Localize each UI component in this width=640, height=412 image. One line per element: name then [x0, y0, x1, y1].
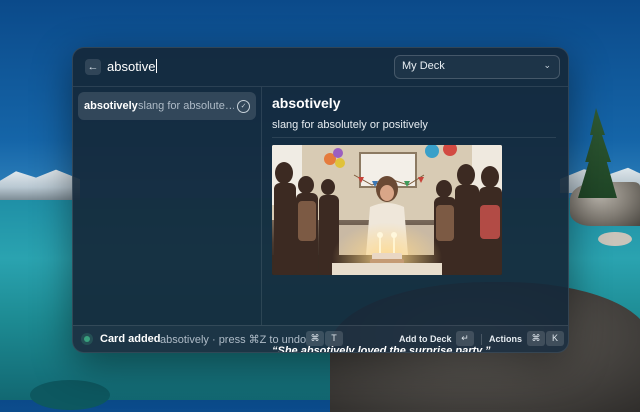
- actions-button[interactable]: Actions: [489, 334, 522, 344]
- result-word: absotively: [84, 100, 138, 112]
- submerged-stone: [30, 380, 110, 410]
- status-bar: Card added absotively · press ⌘Z to undo…: [73, 325, 568, 352]
- text-caret: [156, 59, 158, 73]
- undo-shortcut-key-t: T: [325, 331, 343, 346]
- return-key-icon: ↵: [456, 331, 474, 346]
- actions-shortcut-key-k: K: [546, 331, 564, 346]
- separator: [481, 334, 482, 345]
- search-bar: ← absotive My Deck ⌄: [73, 48, 568, 87]
- actions-shortcut-key-cmd: ⌘: [527, 331, 545, 346]
- divider: [272, 137, 556, 138]
- add-to-deck-button[interactable]: Add to Deck: [399, 334, 452, 344]
- result-definition: slang for absolute…: [138, 100, 234, 112]
- small-rock: [598, 232, 632, 246]
- search-query: absotive: [107, 59, 156, 74]
- party-photo: [272, 145, 502, 275]
- undo-shortcut-key-cmd: ⌘: [306, 331, 324, 346]
- party-illustration: [272, 145, 502, 275]
- results-list: absotively slang for absolute… ✓: [73, 87, 262, 325]
- dictionary-window: ← absotive My Deck ⌄ absotively slang fo…: [72, 47, 569, 353]
- status-dot-icon: [84, 336, 90, 342]
- list-item[interactable]: absotively slang for absolute… ✓: [78, 92, 256, 120]
- status-title: Card added: [100, 333, 161, 345]
- detail-pane: absotively slang for absolutely or posit…: [262, 87, 568, 352]
- term-definition: slang for absolutely or positively: [272, 119, 428, 131]
- chevron-down-icon: ⌄: [543, 60, 551, 70]
- check-circle-icon: ✓: [237, 100, 250, 113]
- deck-dropdown-label: My Deck: [402, 60, 445, 72]
- snowy-mountains-left: [0, 169, 80, 200]
- search-input[interactable]: absotive: [107, 58, 158, 76]
- status-detail: absotively · press ⌘Z to undo: [160, 334, 307, 346]
- term-title: absotively: [272, 95, 341, 111]
- deck-dropdown[interactable]: My Deck ⌄: [394, 55, 560, 79]
- arrow-left-icon[interactable]: ←: [85, 59, 101, 75]
